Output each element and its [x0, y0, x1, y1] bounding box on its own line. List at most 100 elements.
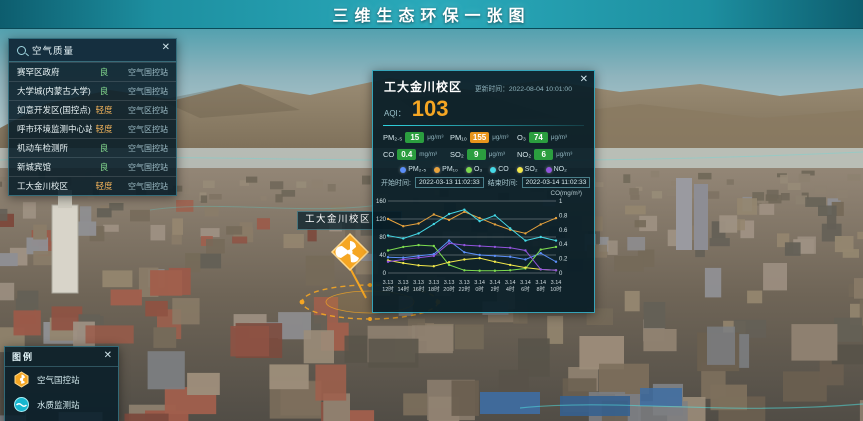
update-time-value: 2022-08-04 10:01:00 [509, 86, 572, 93]
station-list-header: 空气质量 [9, 39, 176, 62]
pollutant-unit: μg/m³ [489, 151, 505, 158]
app-window: 工大金川校区 三维生态环保一张图 空气质量 ✕ 赛罕区政府 良 空气国控站 大学… [0, 0, 863, 421]
legend-item[interactable]: O₃ [466, 166, 482, 173]
svg-text:0.2: 0.2 [559, 257, 568, 263]
svg-text:0时: 0时 [475, 285, 484, 293]
air-station-hex-icon [13, 371, 30, 388]
svg-text:3.14: 3.14 [551, 280, 562, 286]
station-row[interactable]: 如意开发区(国控点) 轻度 空气区控站 [9, 100, 176, 119]
station-list-title: 空气质量 [32, 43, 74, 57]
station-type: 空气区控站 [116, 105, 168, 116]
water-station-icon [13, 396, 30, 413]
legend-label: O₃ [474, 166, 482, 173]
svg-text:0.4: 0.4 [559, 242, 568, 248]
station-list-panel: 空气质量 ✕ 赛罕区政府 良 空气国控站 大学城(内蒙古大学) 良 空气国控站 … [8, 38, 177, 196]
pollutant-name: SO₂ [450, 150, 464, 159]
legend-label: CO [498, 166, 509, 173]
station-row[interactable]: 呼市环境监测中心站 轻度 空气区控站 [9, 119, 176, 138]
station-detail-popup: 工大金川校区 更新时间：2022-08-04 10:01:00 ✕ AQI： 1… [372, 70, 595, 313]
svg-text:3.13: 3.13 [398, 280, 409, 286]
station-row[interactable]: 赛罕区政府 良 空气国控站 [9, 62, 176, 81]
highrise-tower [676, 178, 692, 250]
legend-item[interactable]: SO₂ [517, 166, 538, 173]
svg-text:3.14: 3.14 [505, 280, 516, 286]
station-name: 赛罕区政府 [17, 66, 92, 78]
legend-item[interactable]: PM₁₀ [434, 166, 458, 173]
svg-text:14时: 14时 [397, 285, 409, 293]
svg-text:3.13: 3.13 [413, 280, 424, 286]
legend-dot [466, 167, 472, 173]
pollutant-cell: PM₂.₅ 15 μg/m³ [383, 132, 450, 143]
pollutant-name: CO [383, 150, 394, 159]
station-level: 良 [92, 161, 116, 173]
station-type: 空气国控站 [116, 143, 168, 154]
end-time-input[interactable]: 2022-03-14 11:02:33 [522, 177, 591, 188]
svg-text:0: 0 [559, 271, 563, 277]
pollutant-trend-chart: 0408012016000.20.40.60.813.1312时3.1314时3… [373, 197, 573, 301]
pollutant-value-chip: 0.4 [397, 149, 416, 160]
svg-text:8时: 8时 [536, 285, 545, 293]
svg-text:18时: 18时 [428, 285, 440, 293]
legend-label: NO₂ [554, 166, 567, 173]
station-row[interactable]: 工大金川校区 轻度 空气国控站 [9, 176, 176, 195]
legend-label: PM₁₀ [442, 166, 458, 173]
legend-item[interactable]: NO₂ [546, 166, 567, 173]
station-level: 良 [92, 142, 116, 154]
svg-text:3.13: 3.13 [383, 280, 394, 286]
update-time: 更新时间：2022-08-04 10:01:00 [475, 83, 572, 93]
landmark-tower [52, 205, 78, 293]
station-level: 轻度 [92, 123, 116, 135]
right-axis-unit-label: CO(mg/m³) [373, 188, 594, 197]
station-list: 赛罕区政府 良 空气国控站 大学城(内蒙古大学) 良 空气国控站 如意开发区(国… [9, 62, 176, 195]
pollutant-cell: CO 0.4 mg/m³ [383, 149, 450, 160]
close-icon[interactable]: ✕ [580, 75, 588, 85]
station-name: 呼市环境监测中心站 [17, 123, 92, 135]
start-time-label: 开始时间: [381, 178, 411, 188]
legend-dot [490, 167, 496, 173]
pollutant-name: PM₂.₅ [383, 133, 402, 142]
svg-text:20时: 20时 [443, 285, 455, 293]
station-row[interactable]: 大学城(内蒙古大学) 良 空气国控站 [9, 81, 176, 100]
legend-entry-label: 空气国控站 [37, 374, 80, 386]
svg-text:160: 160 [376, 199, 387, 205]
svg-text:22时: 22时 [459, 285, 471, 293]
svg-text:0.8: 0.8 [559, 213, 568, 219]
pollutant-unit: μg/m³ [551, 134, 567, 141]
pollutant-unit: μg/m³ [427, 134, 443, 141]
pollutant-value-chip: 155 [470, 132, 489, 143]
chart-legend: PM₂.₅ PM₁₀ O₃ CO [373, 160, 594, 174]
svg-text:80: 80 [379, 235, 386, 241]
legend-dot [546, 167, 552, 173]
pollutant-name: O₃ [517, 133, 526, 142]
station-level: 良 [92, 85, 116, 97]
svg-text:4时: 4时 [506, 285, 515, 293]
svg-text:6时: 6时 [521, 285, 530, 293]
legend-dot [517, 167, 523, 173]
svg-text:10时: 10时 [550, 285, 562, 293]
legend-entry-air[interactable]: 空气国控站 [5, 367, 118, 392]
station-row[interactable]: 机动车检测所 良 空气国控站 [9, 138, 176, 157]
svg-text:3.14: 3.14 [535, 280, 546, 286]
close-icon[interactable]: ✕ [162, 43, 170, 53]
legend-item[interactable]: PM₂.₅ [400, 166, 426, 173]
station-type: 空气国控站 [116, 67, 168, 78]
svg-text:12时: 12时 [382, 285, 394, 293]
pollutant-cell: PM₁₀ 155 μg/m³ [450, 132, 517, 143]
svg-text:0: 0 [383, 271, 387, 277]
pollutant-value-chip: 74 [529, 132, 548, 143]
aqi-label: AQI： [384, 108, 406, 119]
pollutant-value-chip: 6 [534, 149, 553, 160]
legend-entry-water[interactable]: 水质监测站 [5, 392, 118, 417]
pollutant-cell: SO₂ 9 μg/m³ [450, 149, 517, 160]
station-level: 轻度 [92, 180, 116, 192]
station-name: 机动车检测所 [17, 142, 92, 154]
station-type: 空气国控站 [116, 181, 168, 192]
close-icon[interactable]: ✕ [104, 351, 112, 361]
station-type: 空气区控站 [116, 124, 168, 135]
title-bar: 三维生态环保一张图 [0, 0, 863, 29]
pollutant-unit: μg/m³ [556, 151, 572, 158]
station-row[interactable]: 新城宾馆 良 空气国控站 [9, 157, 176, 176]
popup-station-name: 工大金川校区 [384, 78, 462, 95]
start-time-input[interactable]: 2022-03-13 11:02:33 [415, 177, 484, 188]
legend-item[interactable]: CO [490, 166, 509, 173]
